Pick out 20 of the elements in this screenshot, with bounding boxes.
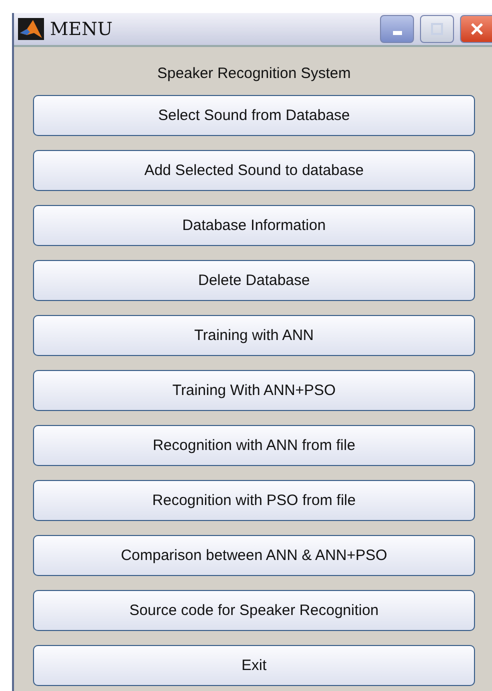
close-button[interactable] [460, 15, 492, 43]
minimize-button[interactable] [380, 15, 414, 43]
app-logo-icon [18, 18, 44, 40]
menu-button[interactable]: Recognition with PSO from file [33, 480, 475, 521]
minimize-icon [392, 31, 402, 35]
menu-button[interactable]: Delete Database [33, 260, 475, 301]
menu-button[interactable]: Database Information [33, 205, 475, 246]
menu-button[interactable]: Source code for Speaker Recognition [33, 590, 475, 631]
menu-button[interactable]: Training With ANN+PSO [33, 370, 475, 411]
menu-button[interactable]: Training with ANN [33, 315, 475, 356]
window-title: MENU [50, 18, 114, 40]
close-icon [470, 22, 484, 36]
maximize-button[interactable] [420, 15, 454, 43]
menu-button[interactable]: Recognition with ANN from file [33, 425, 475, 466]
menu-button[interactable]: Exit [33, 645, 475, 686]
menu-button[interactable]: Add Selected Sound to database [33, 150, 475, 191]
menu-button[interactable]: Comparison between ANN & ANN+PSO [33, 535, 475, 576]
app-heading: Speaker Recognition System [157, 65, 351, 82]
maximize-icon [430, 22, 444, 36]
menu-button[interactable]: Select Sound from Database [33, 95, 475, 136]
